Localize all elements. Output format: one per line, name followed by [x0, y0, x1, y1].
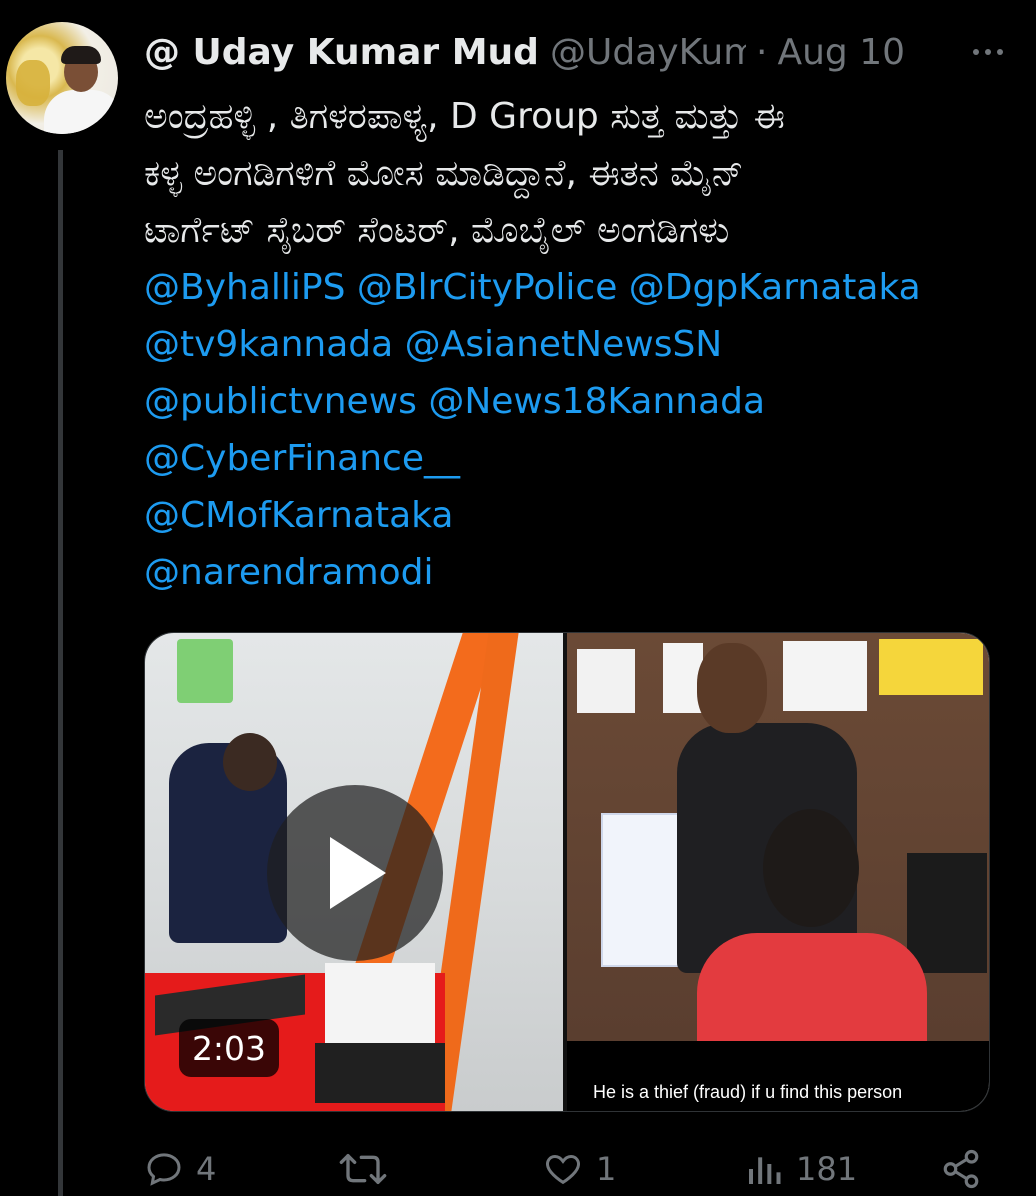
mention-line[interactable]: @CyberFinance__: [144, 430, 1024, 487]
mention-line[interactable]: @tv9kannada @AsianetNewsSN: [144, 316, 1024, 373]
papers: [325, 963, 435, 1043]
wall-poster: [577, 649, 635, 713]
like-button[interactable]: 1: [542, 1144, 616, 1194]
suspect-head: [223, 733, 277, 791]
tweet-actions: 4 1 181: [144, 1144, 984, 1196]
user-handle[interactable]: @UdayKumar: [550, 32, 746, 73]
repost-button[interactable]: [338, 1144, 400, 1194]
reply-count: 4: [196, 1150, 217, 1188]
monitor: [907, 853, 987, 973]
customer-figure: [697, 933, 927, 1041]
more-icon[interactable]: [958, 32, 1018, 72]
share-icon: [943, 1149, 979, 1189]
wall-poster: [783, 641, 867, 711]
shop-item: [177, 639, 233, 703]
reply-button[interactable]: 4: [144, 1144, 216, 1194]
share-button[interactable]: [940, 1144, 982, 1194]
suspect-head: [697, 643, 767, 733]
mention-line[interactable]: @ByhalliPS @BlrCityPolice @DgpKarnataka: [144, 259, 1024, 316]
tweet-text-line: ಅಂದ್ರಹಳ್ಳಿ , ತಿಗಳರಪಾಳ್ಯ, D Group ಸುತ್ತ ಮ…: [144, 96, 785, 137]
mention-line[interactable]: @CMofKarnataka: [144, 487, 1024, 544]
play-icon: [330, 837, 386, 909]
mention-line[interactable]: @publictvnews @News18Kannada: [144, 373, 1024, 430]
like-count: 1: [596, 1150, 617, 1188]
avatar[interactable]: [6, 22, 118, 134]
video-caption: He is a thief (fraud) if u find this per…: [593, 1082, 903, 1102]
tweet-text: ಅಂದ್ರಹಳ್ಳಿ , ತಿಗಳರಪಾಳ್ಯ, D Group ಸುತ್ತ ಮ…: [144, 88, 1024, 601]
reply-icon: [147, 1153, 181, 1186]
wall-poster: [879, 639, 983, 695]
mention-line[interactable]: @narendramodi: [144, 544, 1024, 601]
play-button[interactable]: [267, 785, 443, 961]
tweet-text-line: ಕಳ್ಳ ಅಂಗಡಿಗಳಿಗೆ ಮೋಸ ಮಾಡಿದ್ದಾನೆ, ಈತನ ಮೈನ್: [144, 153, 744, 194]
printer: [315, 1043, 445, 1103]
display-name[interactable]: @ Uday Kumar Mudaliar: [144, 32, 536, 73]
cctv-frame-right: He is a thief (fraud) if u find this per…: [567, 633, 989, 1111]
tweet-text-line: ಟಾರ್ಗೆಟ್ ಸೈಬರ್ ಸೆಂಟರ್, ಮೊಬೈಲ್ ಅಂಗಡಿಗಳು: [144, 210, 730, 251]
shop-wall: [567, 633, 989, 1041]
customer-head: [763, 809, 859, 927]
views-button[interactable]: 181: [744, 1144, 857, 1194]
views-icon: [749, 1157, 781, 1184]
tweet-header: @ Uday Kumar Mudaliar @UdayKumar · Aug 1…: [144, 26, 1024, 78]
header-separator: ·: [756, 31, 768, 73]
wall-poster: [601, 813, 685, 967]
tweet-date[interactable]: Aug 10: [777, 32, 905, 73]
avatar-shirt: [44, 90, 118, 134]
avatar-hair: [61, 46, 101, 64]
views-count: 181: [796, 1150, 858, 1188]
repost-icon: [339, 1154, 387, 1184]
caption-bar: He is a thief (fraud) if u find this per…: [567, 1041, 989, 1111]
avatar-background-decor: [16, 60, 50, 106]
video-media[interactable]: He is a thief (fraud) if u find this per…: [144, 632, 990, 1112]
like-icon: [546, 1154, 580, 1185]
video-duration: 2:03: [179, 1019, 279, 1077]
thread-line: [58, 150, 63, 1196]
